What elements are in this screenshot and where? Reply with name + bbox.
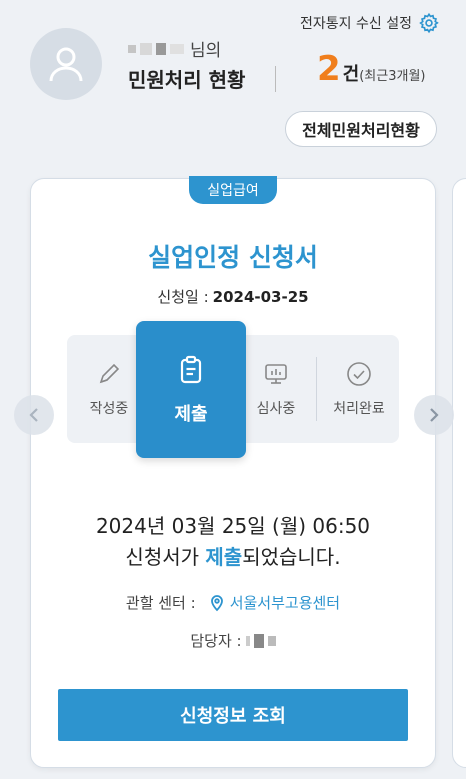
monitor-chart-icon <box>265 364 287 384</box>
case-count: 2 건 (최근3개월) <box>317 52 426 86</box>
manager-mask <box>245 635 250 646</box>
center-label: 관할 센터 : <box>125 594 196 612</box>
view-application-button[interactable]: 신청정보 조회 <box>58 689 408 741</box>
manager-mask <box>253 633 264 648</box>
count-period: (최근3개월) <box>359 69 426 84</box>
apply-date: 신청일 :2024-03-25 <box>30 286 436 307</box>
apply-date-label: 신청일 : <box>157 288 209 306</box>
submitted-message: 신청서가 제출되었습니다. <box>30 541 436 570</box>
name-suffix: 님의 <box>190 41 222 61</box>
chevron-right-icon <box>430 408 439 422</box>
prev-arrow[interactable] <box>14 395 54 435</box>
message-post: 되었습니다. <box>242 545 341 569</box>
clipboard-icon <box>180 355 202 383</box>
name-mask <box>140 42 152 55</box>
manager-mask <box>267 635 276 646</box>
step-label: 처리완료 <box>333 401 385 417</box>
notification-settings-label: 전자통지 수신 설정 <box>300 16 412 32</box>
pencil-icon <box>99 363 120 384</box>
count-unit: 건 <box>342 64 360 85</box>
center-name: 서울서부고용센터 <box>229 594 341 612</box>
count-number: 2 <box>317 49 341 89</box>
apply-date-value: 2024-03-25 <box>212 288 309 306</box>
gear-icon <box>419 12 439 34</box>
submitted-datetime: 2024년 03월 25일 (월) 06:50 <box>95 514 371 538</box>
check-circle-icon <box>347 362 371 386</box>
step-reviewing: 심사중 <box>234 335 318 443</box>
step-label: 작성중 <box>89 401 129 417</box>
step-label: 심사중 <box>256 401 296 417</box>
message-highlight: 제출 <box>205 545 243 569</box>
name-mask <box>170 43 184 54</box>
name-mask <box>128 44 136 53</box>
avatar <box>30 28 102 100</box>
step-completed: 처리완료 <box>317 335 401 443</box>
application-title: 실업인정 신청서 <box>148 243 318 272</box>
notification-settings-link[interactable]: 전자통지 수신 설정 <box>300 12 440 34</box>
chevron-left-icon <box>29 408 38 422</box>
jurisdiction-center: 관할 센터 : 서울서부고용센터 <box>30 592 436 613</box>
user-icon <box>49 47 83 82</box>
next-card-peek[interactable] <box>452 178 466 768</box>
message-pre: 신청서가 <box>125 545 206 569</box>
location-pin-icon <box>210 594 223 611</box>
next-arrow[interactable] <box>414 395 454 435</box>
status-title: 민원처리 현황 <box>128 68 246 92</box>
step-label: 제출 <box>174 403 208 425</box>
step-submitted: 제출 <box>136 321 246 458</box>
category-badge: 실업급여 <box>189 176 277 204</box>
all-cases-button[interactable]: 전체민원처리현황 <box>285 111 437 147</box>
manager: 담당자 : <box>30 630 436 651</box>
center-link[interactable]: 서울서부고용센터 <box>208 592 340 613</box>
divider <box>275 66 276 92</box>
user-name: 님의 <box>128 36 221 61</box>
name-mask <box>156 42 166 55</box>
manager-label: 담당자 : <box>190 632 242 650</box>
